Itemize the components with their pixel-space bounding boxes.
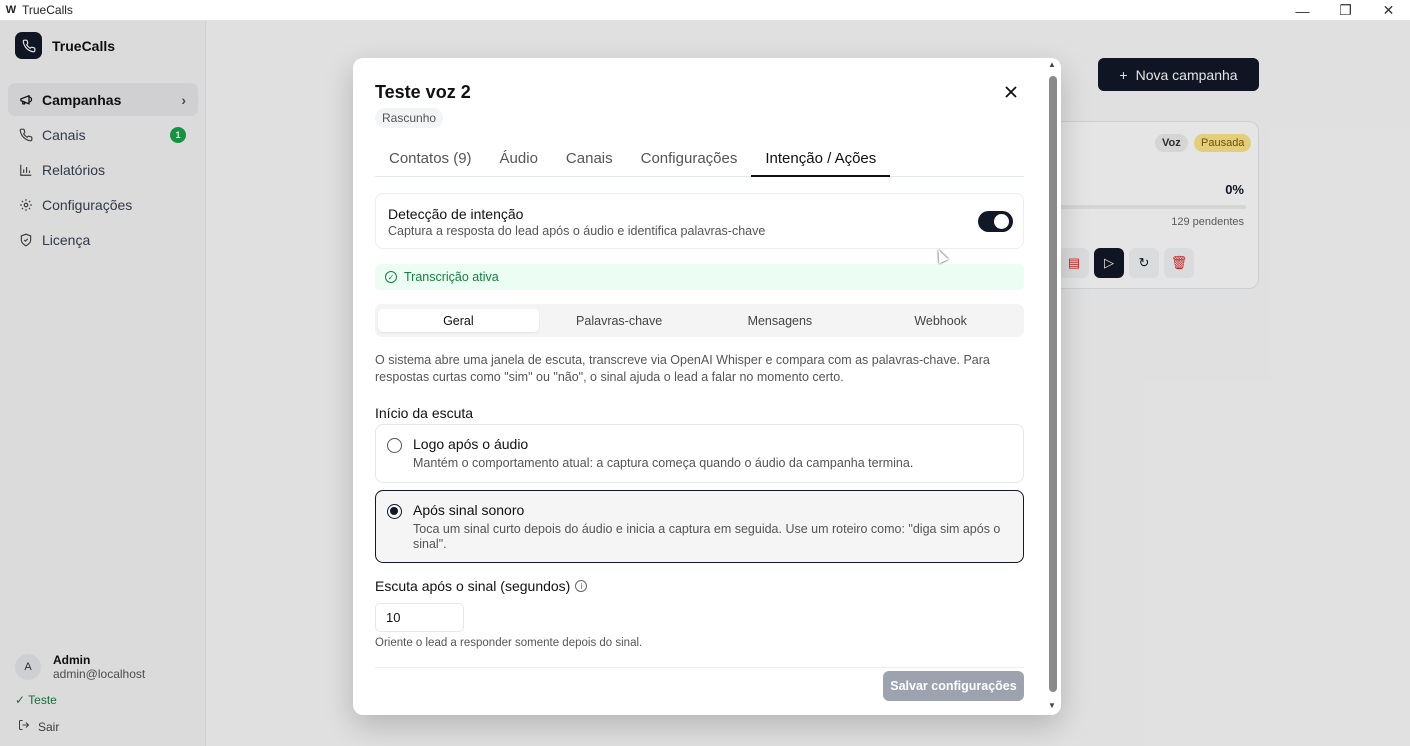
save-settings-button[interactable]: Salvar configurações — [883, 671, 1024, 701]
listen-seconds-label: Escuta após o sinal (segundos) i — [375, 578, 588, 594]
toggle-knob — [994, 214, 1009, 229]
modal-title: Teste voz 2 — [375, 82, 471, 102]
subtab-palavras-chave[interactable]: Palavras-chave — [539, 309, 700, 332]
tab-configuracoes[interactable]: Configurações — [627, 146, 752, 177]
listen-seconds-text: Escuta após o sinal (segundos) — [375, 578, 571, 594]
listen-seconds-hint: Oriente o lead a responder somente depoi… — [375, 637, 643, 649]
option-subtitle: Toca um sinal curto depois do áudio e in… — [413, 522, 1001, 551]
intent-subtabs: Geral Palavras-chave Mensagens Webhook — [375, 304, 1024, 337]
tab-intencao-acoes[interactable]: Intenção / Ações — [751, 146, 891, 177]
listening-start-label: Início da escuta — [375, 405, 474, 421]
tab-audio[interactable]: Áudio — [486, 146, 552, 177]
window-titlebar: W TrueCalls — ❐ ✕ — [0, 0, 1410, 21]
window-controls: — ❐ ✕ — [1281, 0, 1410, 21]
transcription-status: ✓ Transcrição ativa — [375, 264, 1024, 290]
option-subtitle: Mantém o comportamento atual: a captura … — [413, 456, 914, 470]
check-circle-icon: ✓ — [385, 271, 397, 283]
subtab-mensagens[interactable]: Mensagens — [700, 309, 861, 332]
listen-seconds-input[interactable] — [375, 603, 464, 632]
tab-canais[interactable]: Canais — [552, 146, 627, 177]
transcription-status-label: Transcrição ativa — [404, 270, 499, 284]
modal-footer-divider — [375, 667, 1024, 668]
option-after-audio[interactable]: Logo após o áudio Mantém o comportamento… — [375, 424, 1024, 483]
radio-after-audio[interactable] — [387, 438, 402, 453]
radio-after-beep[interactable] — [387, 504, 402, 519]
radio-dot — [390, 507, 398, 515]
window-close-button[interactable]: ✕ — [1367, 0, 1410, 21]
option-after-beep[interactable]: Após sinal sonoro Toca um sinal curto de… — [375, 490, 1024, 563]
option-title: Após sinal sonoro — [413, 502, 525, 518]
subtab-geral[interactable]: Geral — [378, 309, 539, 332]
app-logo-icon: W — [5, 4, 17, 16]
intent-detection-card: Detecção de intenção Captura a resposta … — [375, 193, 1024, 249]
scroll-up-arrow-icon[interactable]: ▲ — [1048, 60, 1056, 69]
minimize-button[interactable]: — — [1281, 0, 1324, 21]
intent-detection-toggle[interactable] — [978, 211, 1013, 232]
close-icon[interactable] — [1002, 83, 1020, 101]
option-title: Logo após o áudio — [413, 436, 529, 452]
tab-contatos[interactable]: Contatos (9) — [375, 146, 486, 177]
campaign-modal: Teste voz 2 Rascunho Contatos (9) Áudio … — [353, 58, 1061, 715]
intent-detection-title: Detecção de intenção — [388, 206, 524, 222]
scroll-down-arrow-icon[interactable]: ▼ — [1048, 701, 1056, 710]
campaign-draft-badge: Rascunho — [375, 108, 444, 128]
listening-description: O sistema abre uma janela de escuta, tra… — [375, 353, 990, 384]
modal-tabs: Contatos (9) Áudio Canais Configurações … — [375, 146, 1024, 177]
intent-detection-subtitle: Captura a resposta do lead após o áudio … — [388, 224, 766, 238]
info-icon[interactable]: i — [575, 580, 588, 592]
window-title: TrueCalls — [22, 3, 73, 17]
modal-scrollbar-thumb[interactable] — [1049, 76, 1057, 692]
restore-button[interactable]: ❐ — [1324, 0, 1367, 21]
subtab-webhook[interactable]: Webhook — [860, 309, 1021, 332]
